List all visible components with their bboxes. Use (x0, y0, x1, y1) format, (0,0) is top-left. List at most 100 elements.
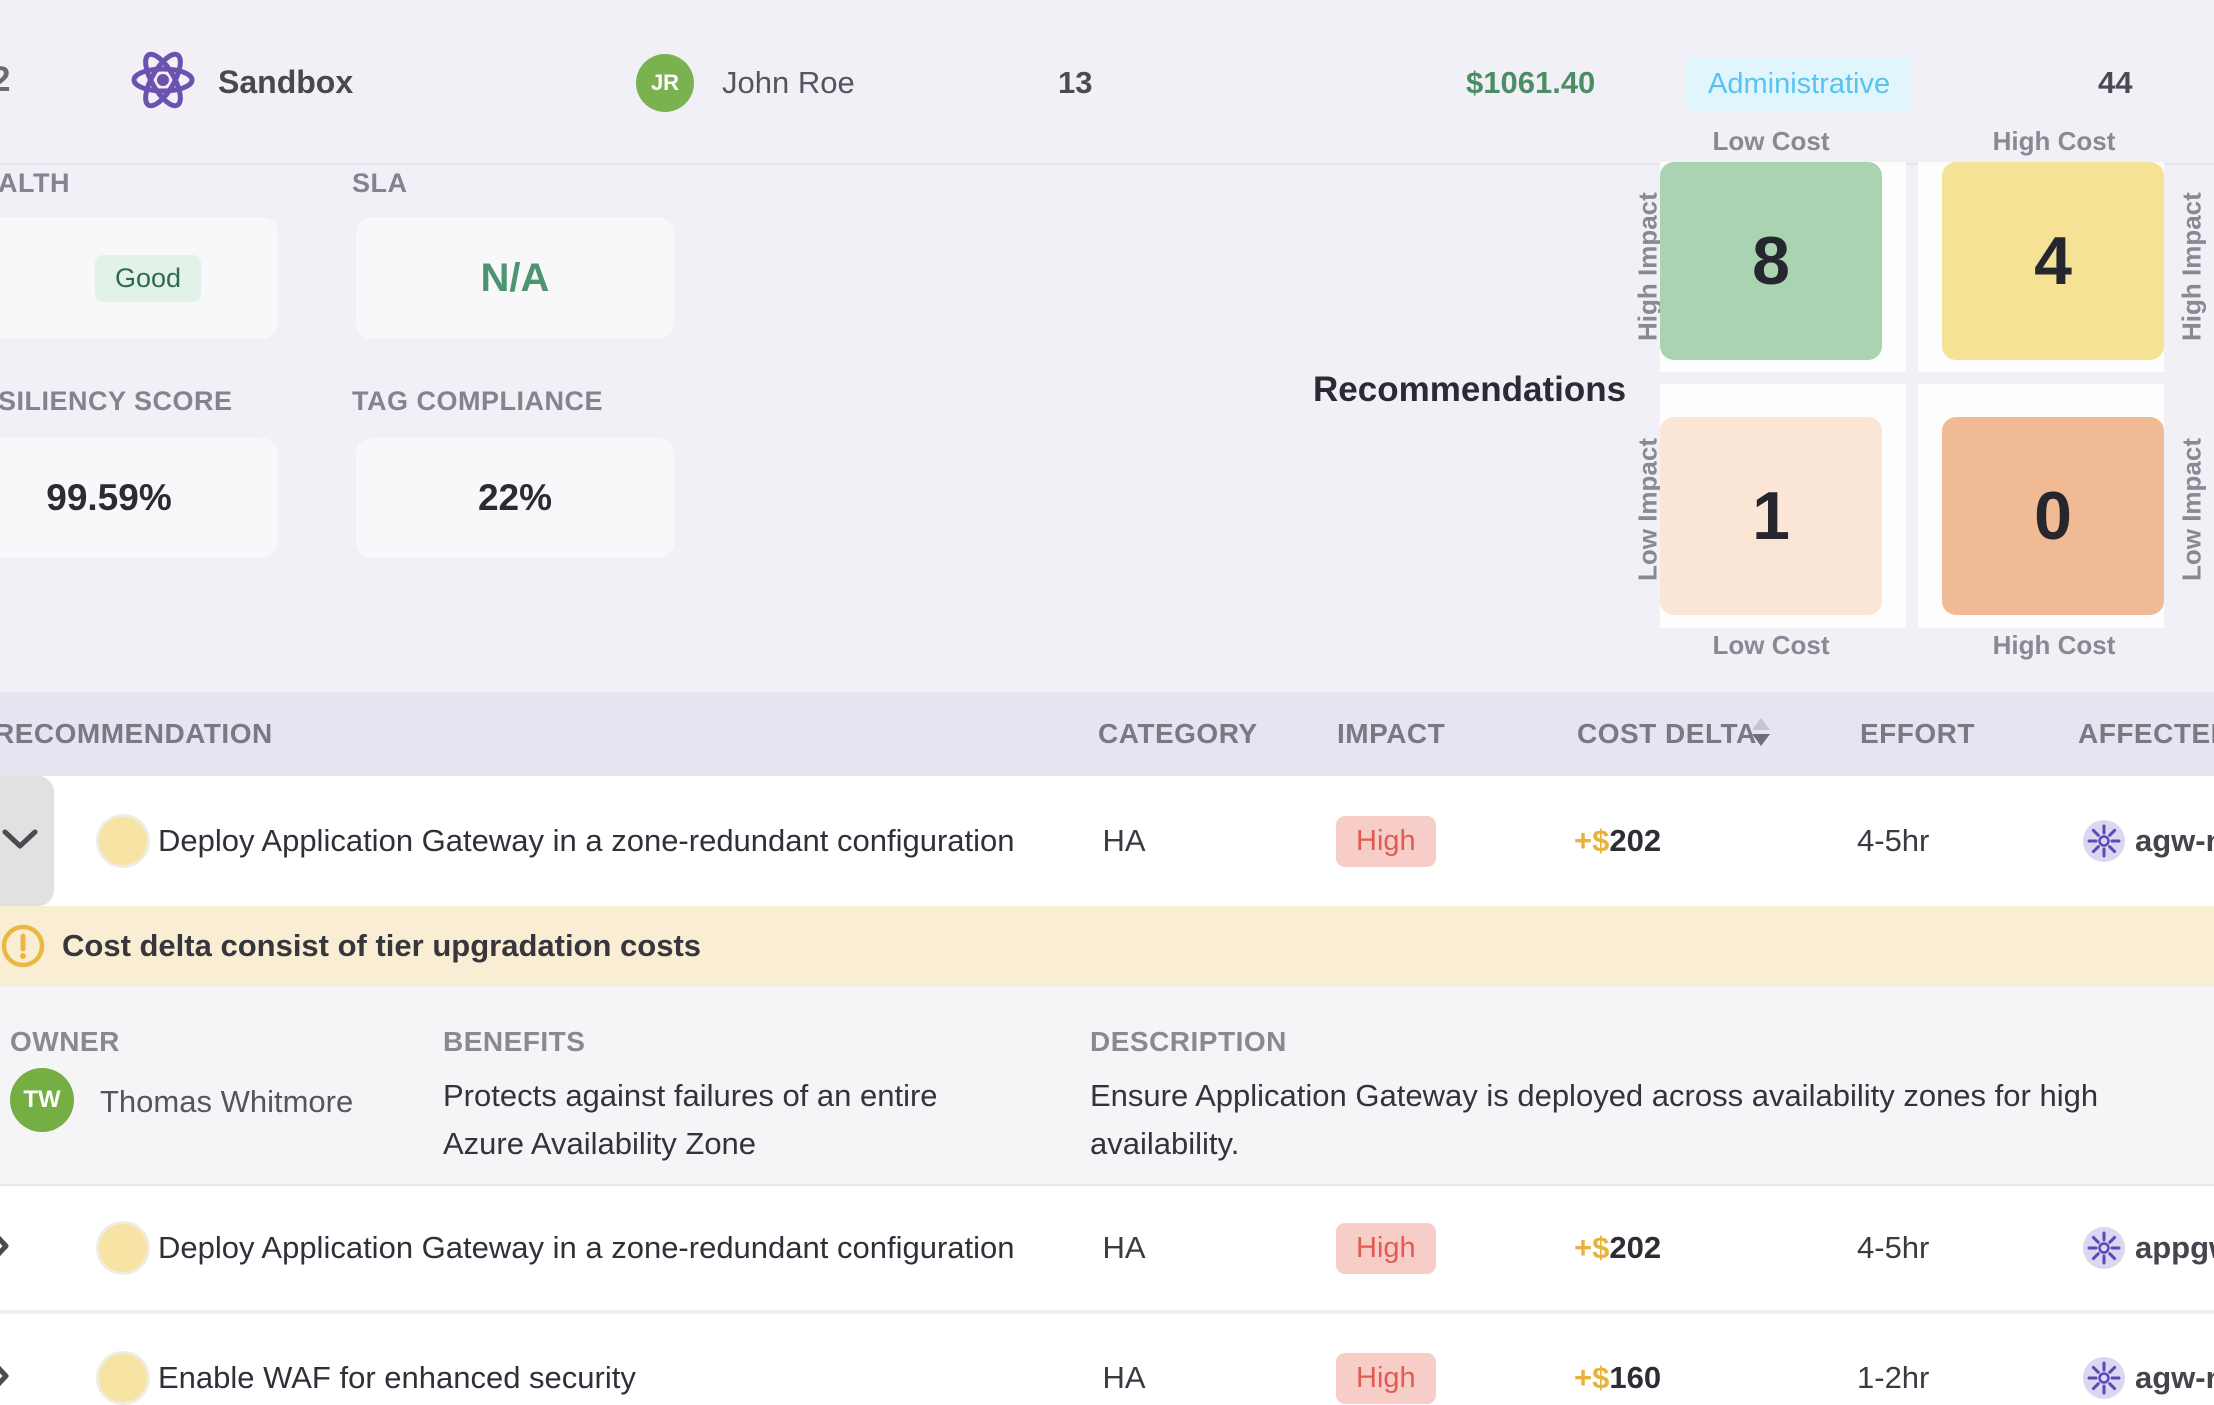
cost-delta-value: +$202 (1574, 776, 1661, 906)
matrix-cell-high-impact-high-cost[interactable]: 4 (1942, 162, 2164, 360)
health-status-badge: Good (95, 255, 201, 302)
cost-delta-notice: Cost delta consist of tier upgradation c… (0, 906, 2214, 986)
cost-total: $1061.40 (1466, 0, 1595, 165)
row-expand-button[interactable] (0, 1186, 10, 1310)
matrix-cell-high-impact-low-cost[interactable]: 8 (1660, 162, 1882, 360)
col-category: CATEGORY (1098, 692, 1258, 776)
matrix-quadrant-low-impact-high-cost: 0 (1918, 384, 2164, 628)
affected-resource[interactable]: appgw (2083, 1186, 2214, 1310)
col-impact: IMPACT (1337, 692, 1445, 776)
workspace-name: Sandbox (218, 64, 353, 101)
sort-asc-icon (1752, 718, 1770, 730)
health-card: Good (0, 217, 278, 339)
sla-label: SLA (352, 168, 408, 199)
administrative-tag-badge: Administrative (1686, 58, 1912, 111)
cost-amount: 160 (1609, 1360, 1661, 1396)
workspace-item[interactable]: Sandbox (130, 0, 353, 165)
affected-resource-name: agw-ne (2135, 1360, 2214, 1396)
recommendation-title[interactable]: Deploy Application Gateway in a zone-red… (158, 776, 1015, 906)
notice-text: Cost delta consist of tier upgradation c… (62, 928, 701, 964)
health-label: ALTH (0, 168, 70, 199)
effort-value: 4-5hr (1857, 776, 1929, 906)
chevron-right-icon (0, 1358, 10, 1399)
count-primary: 13 (1058, 0, 1092, 165)
row-expand-button[interactable] (0, 1314, 10, 1405)
affected-resource[interactable]: agw-ne (2083, 776, 2214, 906)
tag-compliance-card: 22% (356, 438, 674, 558)
matrix-bottom-label-high-cost: High Cost (1943, 630, 2165, 661)
react-atom-icon (130, 50, 196, 115)
table-row[interactable]: Deploy Application Gateway in a zone-red… (0, 1186, 2214, 1312)
matrix-right-label-low-impact: Low Impact (2172, 404, 2212, 614)
recommendations-title: Recommendations (1313, 370, 1626, 410)
user-chip[interactable]: JR John Roe (636, 0, 855, 165)
gateway-starburst-icon (2083, 1227, 2125, 1269)
row-detail-panel: OWNER TW Thomas Whitmore BENEFITS Protec… (0, 986, 2214, 1186)
clipped-left-number: 2 (0, 60, 10, 100)
benefits-label: BENEFITS (443, 1026, 585, 1058)
impact-cell: High (1336, 1314, 1436, 1405)
description-text: Ensure Application Gateway is deployed a… (1090, 1072, 2180, 1168)
effort-value: 4-5hr (1857, 1186, 1929, 1310)
table-header: RECOMMENDATION CATEGORY IMPACT COST DELT… (0, 692, 2214, 776)
severity-dot-icon (96, 1221, 150, 1275)
tag-compliance-label: TAG COMPLIANCE (352, 386, 603, 417)
dashboard-root: 2 Sandbox JR John Roe 13 $1061.40 Admini… (0, 0, 2214, 1405)
severity-dot-icon (96, 814, 150, 868)
table-row[interactable]: Deploy Application Gateway in a zone-red… (0, 776, 2214, 906)
matrix-quadrant-high-impact-low-cost: 8 (1660, 162, 1906, 372)
gateway-starburst-icon (2083, 1357, 2125, 1399)
cost-prefix: +$ (1574, 1230, 1609, 1266)
recommendation-title[interactable]: Enable WAF for enhanced security (158, 1314, 636, 1405)
cost-delta-value: +$160 (1574, 1314, 1661, 1405)
cost-delta-value: +$202 (1574, 1186, 1661, 1310)
impact-badge: High (1336, 1223, 1436, 1274)
row-collapse-button[interactable] (0, 776, 54, 906)
user-name: John Roe (722, 65, 855, 101)
avatar: JR (636, 54, 694, 112)
col-cost-delta[interactable]: COST DELTA (1577, 692, 1757, 776)
sort-desc-icon (1752, 734, 1770, 746)
affected-resource-name: agw-ne (2135, 823, 2214, 859)
col-recommendation: RECOMMENDATION (0, 692, 273, 776)
resiliency-score-card: 99.59% (0, 438, 278, 558)
benefits-text: Protects against failures of an entire A… (443, 1072, 1003, 1168)
owner-name: Thomas Whitmore (100, 1084, 353, 1120)
affected-resource[interactable]: agw-ne (2083, 1314, 2214, 1405)
cost-delta-sort-control[interactable] (1752, 718, 1770, 746)
severity-dot-icon (96, 1351, 150, 1405)
col-affected: AFFECTED (2078, 692, 2214, 776)
impact-cell: High (1336, 776, 1436, 906)
resiliency-score-label: SILIENCY SCORE (0, 386, 233, 417)
description-label: DESCRIPTION (1090, 1026, 1287, 1058)
owner-avatar: TW (10, 1068, 74, 1132)
cost-prefix: +$ (1574, 823, 1609, 859)
sla-value: N/A (481, 256, 550, 301)
category-value: HA (1074, 1186, 1174, 1310)
matrix-quadrant-high-impact-high-cost: 4 (1918, 162, 2164, 372)
category-value: HA (1074, 776, 1174, 906)
cost-amount: 202 (1609, 1230, 1661, 1266)
gateway-starburst-icon (2083, 820, 2125, 862)
sla-card: N/A (356, 217, 674, 339)
cost-amount: 202 (1609, 823, 1661, 859)
cost-prefix: +$ (1574, 1360, 1609, 1396)
col-effort: EFFORT (1860, 692, 1975, 776)
impact-badge: High (1336, 1353, 1436, 1404)
matrix-bottom-label-low-cost: Low Cost (1660, 630, 1882, 661)
matrix-cell-low-impact-high-cost[interactable]: 0 (1942, 417, 2164, 615)
tag-compliance-value: 22% (478, 477, 552, 519)
matrix-top-label-high-cost: High Cost (1943, 126, 2165, 157)
table-row[interactable]: Enable WAF for enhanced security HA High… (0, 1314, 2214, 1405)
resiliency-score-value: 99.59% (46, 477, 172, 519)
category-value: HA (1074, 1314, 1174, 1405)
matrix-quadrant-low-impact-low-cost: 1 (1660, 384, 1906, 628)
matrix-cell-low-impact-low-cost[interactable]: 1 (1660, 417, 1882, 615)
warning-icon (0, 923, 46, 974)
effort-value: 1-2hr (1857, 1314, 1929, 1405)
owner-label: OWNER (10, 1026, 120, 1058)
recommendation-title[interactable]: Deploy Application Gateway in a zone-red… (158, 1186, 1015, 1310)
chevron-right-icon (0, 1228, 10, 1269)
impact-badge: High (1336, 816, 1436, 867)
matrix-top-label-low-cost: Low Cost (1660, 126, 1882, 157)
